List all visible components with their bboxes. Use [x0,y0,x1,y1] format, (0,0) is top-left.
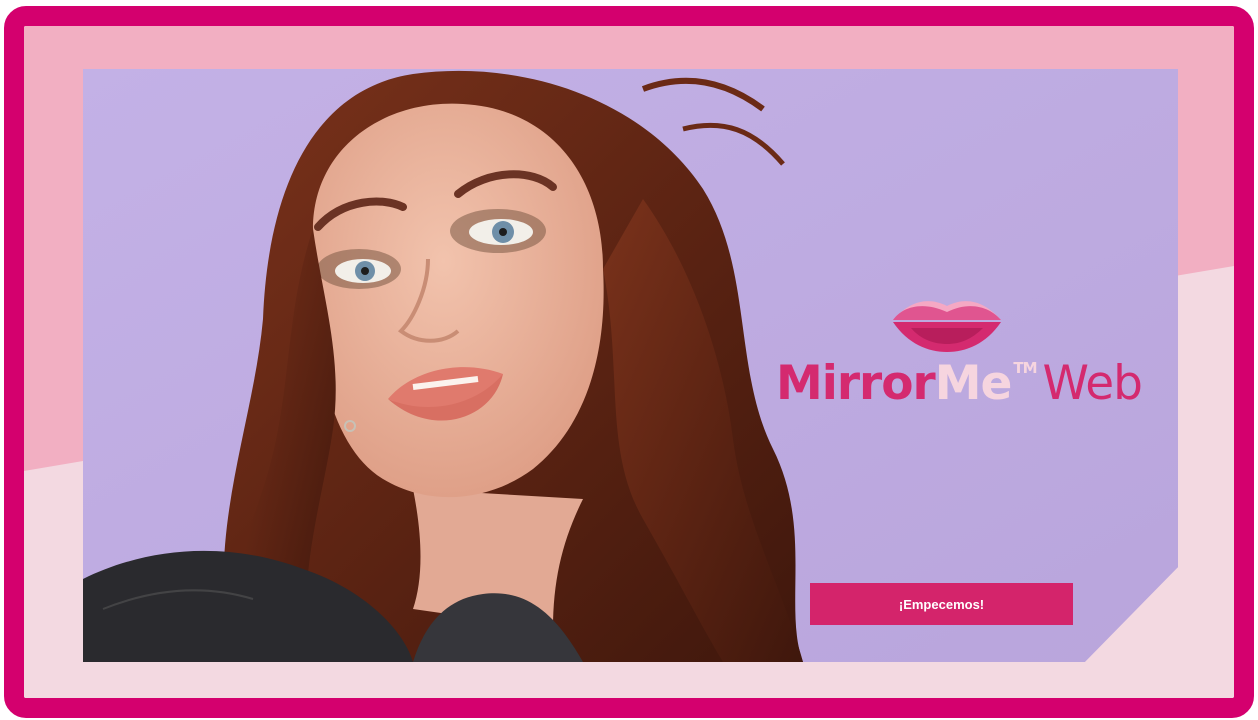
lips-icon [893,301,1001,352]
app-frame: MirrorMe TM Web ¡Empecemos! [4,6,1254,718]
trademark-symbol: TM [1013,359,1037,377]
hero-banner: MirrorMe TM Web ¡Empecemos! [83,69,1178,662]
brand-name-mirror: Mirror [776,356,936,411]
brand-wordmark: MirrorMe TM Web [776,356,1143,411]
brand-name-web: Web [1042,356,1143,411]
get-started-button[interactable]: ¡Empecemos! [810,583,1073,625]
brand-name-me: Me [934,356,1013,411]
